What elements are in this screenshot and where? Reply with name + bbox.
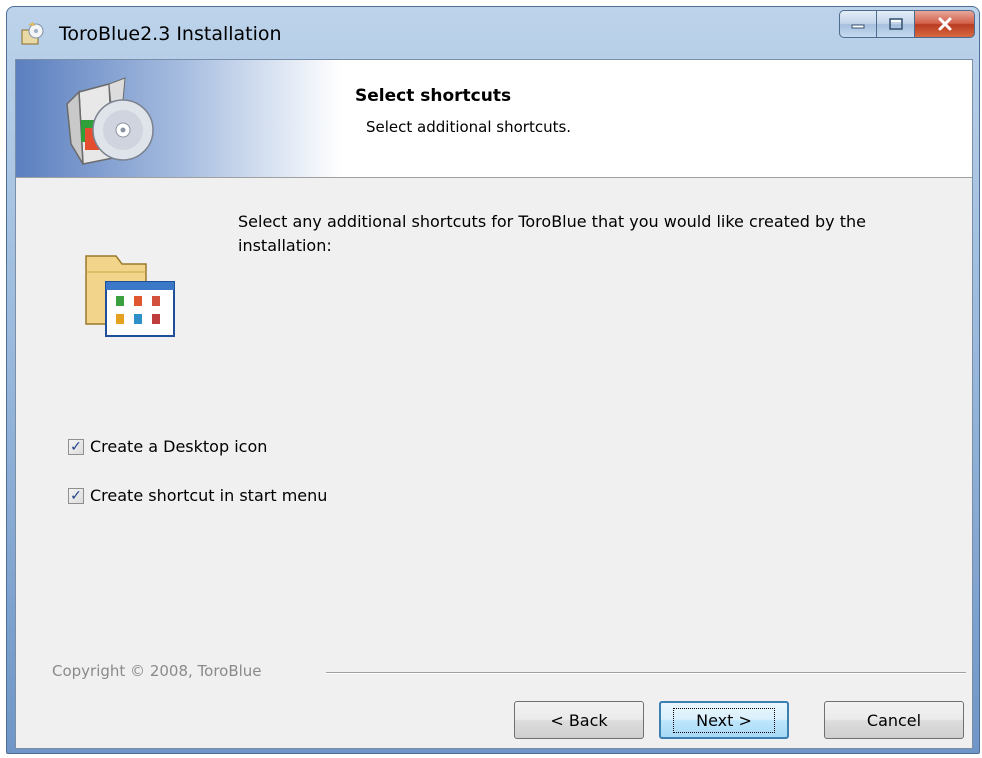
installer-window: ToroBlue2.3 Installation Select shortcut… — [6, 6, 980, 754]
cancel-button[interactable]: Cancel — [824, 701, 964, 739]
option-label: Create a Desktop icon — [90, 437, 268, 456]
title-bar[interactable]: ToroBlue2.3 Installation — [7, 7, 981, 59]
page-title: Select shortcuts — [355, 86, 512, 106]
option-label: Create shortcut in start menu — [90, 486, 328, 505]
footer-divider — [326, 672, 966, 674]
next-button-label: Next > — [673, 707, 775, 733]
option-start-menu-shortcut[interactable]: ✓ Create shortcut in start menu — [68, 486, 327, 505]
instructions-text: Select any additional shortcuts for Toro… — [238, 212, 866, 255]
close-button[interactable] — [915, 10, 975, 38]
installer-app-icon — [21, 22, 44, 45]
start-menu-checkbox[interactable]: ✓ — [68, 487, 84, 504]
minimize-button[interactable] — [839, 10, 877, 38]
minimize-icon — [851, 24, 865, 29]
window-title: ToroBlue2.3 Installation — [59, 23, 282, 45]
close-icon — [938, 17, 951, 31]
next-button[interactable]: Next > — [659, 701, 789, 739]
option-desktop-icon[interactable]: ✓ Create a Desktop icon — [68, 437, 267, 456]
folder-shortcuts-icon — [85, 255, 175, 337]
install-package-cd-icon — [66, 77, 154, 165]
wizard-page: Select shortcuts Select additional short… — [15, 59, 973, 749]
maximize-icon — [888, 18, 903, 30]
desktop-icon-checkbox[interactable]: ✓ — [68, 438, 84, 455]
caption-buttons — [839, 10, 975, 38]
back-button[interactable]: < Back — [514, 701, 644, 739]
page-subtitle: Select additional shortcuts. — [366, 118, 572, 136]
maximize-button[interactable] — [877, 10, 915, 38]
copyright-text: Copyright © 2008, ToroBlue — [52, 662, 262, 680]
wizard-header: Select shortcuts Select additional short… — [16, 60, 972, 178]
